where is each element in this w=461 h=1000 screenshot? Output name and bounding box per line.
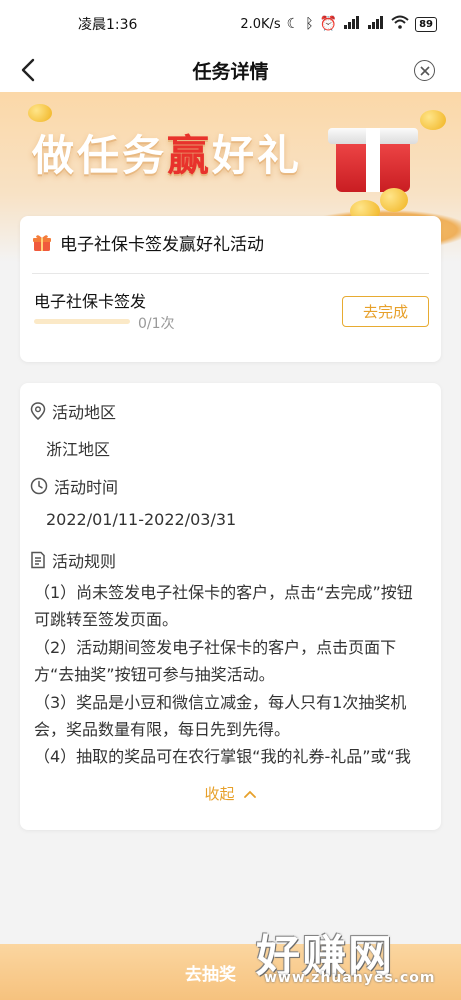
rules-list: （1）尚未签发电子社保卡的客户，点击“去完成”按钮可跳转至签发页面。 （2）活动… bbox=[34, 579, 428, 769]
region-label: 活动地区 bbox=[52, 403, 117, 422]
banner-title-part2: 好礼 bbox=[212, 131, 303, 180]
region-heading: 活动地区 bbox=[30, 399, 116, 423]
banner-title-part1: 做任务 bbox=[32, 131, 168, 180]
task-header: 电子社保卡签发赢好礼活动 bbox=[32, 230, 264, 255]
status-bar: 凌晨1:36 2.0K/s ☾ ᛒ ⏰ 89 bbox=[0, 0, 461, 48]
status-icons: 2.0K/s ☾ ᛒ ⏰ 89 bbox=[240, 15, 437, 33]
rule-item: （1）尚未签发电子社保卡的客户，点击“去完成”按钮可跳转至签发页面。 bbox=[34, 583, 413, 630]
wifi-icon bbox=[391, 15, 409, 33]
time-value: 2022/01/11-2022/03/31 bbox=[46, 510, 237, 529]
banner-title-highlight: 赢 bbox=[167, 131, 213, 180]
coin-icon bbox=[28, 104, 52, 122]
chevron-left-icon[interactable] bbox=[14, 54, 46, 86]
task-card: 电子社保卡签发赢好礼活动 电子社保卡签发 0/1次 去完成 bbox=[20, 216, 441, 362]
rule-item: （3）奖品是小豆和微信立减金，每人只有1次抽奖机会，奖品数量有限，每日先到先得。 bbox=[34, 692, 407, 740]
coin-stack-icon bbox=[380, 188, 408, 212]
alarm-icon: ⏰ bbox=[319, 16, 338, 32]
time-label: 活动时间 bbox=[54, 478, 119, 497]
task-header-label: 电子社保卡签发赢好礼活动 bbox=[60, 235, 264, 255]
battery-icon: 89 bbox=[415, 16, 437, 32]
gift-icon bbox=[33, 234, 51, 251]
rules-heading: 活动规则 bbox=[30, 548, 116, 572]
signal-hd-icon bbox=[343, 15, 361, 33]
rules-label: 活动规则 bbox=[52, 552, 117, 571]
network-speed: 2.0K/s bbox=[240, 16, 281, 32]
rule-item: （2）活动期间签发电子社保卡的客户，点击页面下方“去抽奖”按钮可参与抽奖活动。 bbox=[34, 637, 397, 685]
draw-lottery-label: 去抽奖 bbox=[185, 964, 236, 985]
status-time: 凌晨1:36 bbox=[78, 17, 138, 33]
clock-icon bbox=[30, 477, 48, 495]
go-complete-button[interactable]: 去完成 bbox=[342, 296, 429, 327]
rule-item: （4）抽取的奖品可在农行掌银“我的礼券-礼品”或“我的-小豆”中查看。 bbox=[34, 747, 411, 767]
task-name: 电子社保卡签发 bbox=[34, 292, 147, 311]
nav-bar: 任务详情 bbox=[0, 48, 461, 92]
collapse-toggle[interactable]: 收起 bbox=[20, 783, 441, 804]
watermark: 好赚网 www.zhuanyes.com bbox=[256, 920, 446, 990]
bluetooth-icon: ᛒ bbox=[305, 16, 314, 32]
banner-title: 做任务赢好礼 bbox=[32, 122, 302, 183]
gift-ribbon-icon bbox=[366, 128, 380, 192]
time-heading: 活动时间 bbox=[30, 474, 118, 498]
collapse-label: 收起 bbox=[204, 785, 235, 803]
document-icon bbox=[31, 551, 45, 569]
location-pin-icon bbox=[30, 402, 46, 420]
divider bbox=[32, 273, 429, 274]
activity-info-card: 活动地区 浙江地区 活动时间 2022/01/11-2022/03/31 活动规… bbox=[20, 383, 441, 830]
task-progress-bar bbox=[34, 319, 130, 324]
watermark-sub: www.zhuanyes.com bbox=[264, 970, 436, 986]
moon-icon: ☾ bbox=[286, 16, 300, 32]
page-title: 任务详情 bbox=[192, 60, 269, 83]
chevron-up-icon bbox=[243, 790, 256, 798]
close-circle-icon[interactable] bbox=[414, 60, 435, 81]
coin-icon bbox=[420, 110, 446, 130]
region-value: 浙江地区 bbox=[46, 440, 111, 459]
task-progress-text: 0/1次 bbox=[138, 316, 175, 332]
signal-hd-icon bbox=[367, 15, 385, 33]
